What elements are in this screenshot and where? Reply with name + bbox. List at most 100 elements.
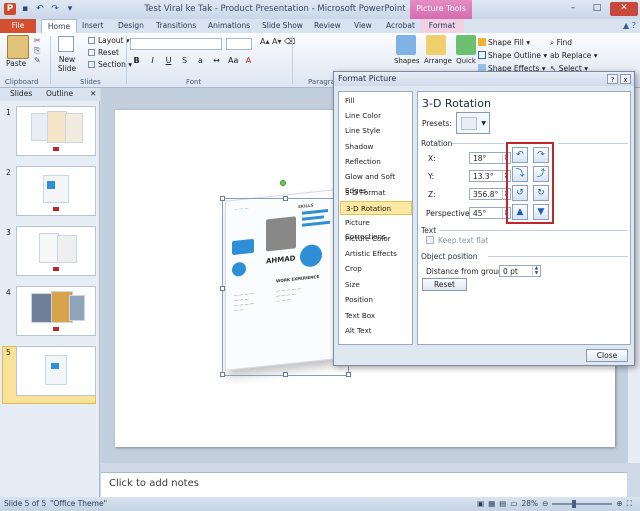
dialog-title[interactable]: Format Picture [334,72,634,86]
x-rotate-right-icon[interactable]: ↷ [533,147,549,163]
y-rotate-down-icon[interactable]: ⤵ [512,166,528,182]
resize-handle-bl[interactable] [220,372,225,377]
zoom-slider[interactable] [552,500,613,508]
help-icon[interactable]: ▲ ? [623,21,636,30]
slide-thumbnail-2[interactable]: 2 [4,166,96,218]
y-rotation-input[interactable]: 13.3° ▲ ▼ [469,170,511,182]
nav-fill[interactable]: Fill [340,94,412,108]
reading-view-icon[interactable]: ▤ [499,497,506,511]
bold-button[interactable]: B [132,56,141,65]
slide-thumbnail-5[interactable]: 5 [4,346,96,398]
quick-styles-button[interactable]: Quick [454,35,478,65]
tab-view[interactable]: View [354,19,372,33]
reset-button[interactable]: Reset [422,278,467,291]
tab-insert[interactable]: Insert [82,19,104,33]
nav-size[interactable]: Size [340,278,412,292]
redo-icon[interactable]: ↷ [49,3,61,15]
fit-slide-icon[interactable]: ⛶ [627,497,632,511]
nav-line-style[interactable]: Line Style [340,124,412,138]
presets-dropdown[interactable]: ▼ [456,112,490,134]
resize-handle-br[interactable] [346,372,351,377]
normal-view-icon[interactable]: ▣ [477,497,484,511]
slide-thumbnail-1[interactable]: 1 [4,106,96,158]
font-color-button[interactable]: A [244,56,253,65]
new-slide-button[interactable]: New Slide [56,55,78,73]
x-rotation-input[interactable]: 18° ▲ ▼ [469,152,511,164]
z-rotate-counterclockwise-icon[interactable]: ↺ [512,185,528,201]
tab-animations[interactable]: Animations [208,19,250,33]
italic-button[interactable]: I [148,56,157,65]
keep-text-flat-checkbox[interactable] [426,236,434,244]
nav-crop[interactable]: Crop [340,262,412,276]
minimize-button[interactable]: – [562,2,584,16]
replace-button[interactable]: ab Replace ▾ [550,49,598,62]
strikethrough-button[interactable]: S [180,56,189,65]
slide-thumbnail-4[interactable]: 4 [4,286,96,338]
nav-3d-format[interactable]: 3-D Format [340,186,412,200]
arrange-button[interactable]: Arrange [424,35,452,65]
notes-pane[interactable]: Click to add notes [101,472,627,497]
change-case-button[interactable]: Aa [228,56,238,65]
font-size-combobox[interactable] [226,38,252,50]
slide-thumbnail-3[interactable]: 3 [4,226,96,278]
underline-button[interactable]: U [164,56,173,65]
nav-line-color[interactable]: Line Color [340,109,412,123]
zoom-in-icon[interactable]: ⊕ [616,497,622,511]
grow-shrink-font-icons[interactable]: A▴ A▾ ⌫ [260,37,295,46]
distance-from-ground-input[interactable]: 0 pt ▲ ▼ [499,265,541,277]
dialog-close-x-button[interactable]: x [620,74,631,84]
tab-slide-show[interactable]: Slide Show [262,19,303,33]
zoom-out-icon[interactable]: ⊖ [542,497,548,511]
qat-customize-icon[interactable]: ▾ [64,3,76,15]
tab-acrobat[interactable]: Acrobat [386,19,415,33]
tab-transitions[interactable]: Transitions [156,19,196,33]
maximize-button[interactable]: □ [586,2,608,16]
shapes-button[interactable]: Shapes [394,35,420,65]
resize-handle-tl[interactable] [220,196,225,201]
paste-button[interactable]: Paste [6,59,26,68]
save-icon[interactable]: ▪ [19,3,31,15]
nav-position[interactable]: Position [340,293,412,307]
new-slide-icon[interactable] [58,36,74,52]
nav-picture-color[interactable]: Picture Color [340,232,412,246]
slideshow-view-icon[interactable]: ▭ [510,497,517,511]
theme-status[interactable]: "Office Theme" [50,497,107,511]
resize-handle-l[interactable] [220,286,225,291]
char-spacing-button[interactable]: ↔ [212,56,221,65]
tab-home[interactable]: Home [41,19,77,33]
resize-handle-b[interactable] [283,372,288,377]
paste-icon[interactable] [7,35,29,59]
font-name-combobox[interactable] [130,38,222,50]
nav-text-box[interactable]: Text Box [340,309,412,323]
nav-artistic-effects[interactable]: Artistic Effects [340,247,412,261]
clipboard-small-icons[interactable]: ✂ ⎘ ✎ [34,36,41,66]
dialog-help-button[interactable]: ? [607,74,618,84]
perspective-decrease-icon[interactable]: ▼ [533,204,549,220]
spinner-arrows-icon[interactable]: ▲ ▼ [532,266,540,276]
tab-slides[interactable]: Slides [10,89,32,98]
resize-handle-t[interactable] [283,196,288,201]
close-window-button[interactable]: ✕ [610,2,638,16]
slide-sorter-icon[interactable]: ▦ [488,497,495,511]
shape-outline-button[interactable]: Shape Outline ▾ [478,49,547,62]
tab-format[interactable]: Format [420,19,464,33]
dialog-close-button[interactable]: Close [586,349,628,362]
zoom-slider-thumb[interactable] [572,500,577,508]
tab-design[interactable]: Design [118,19,144,33]
tab-outline[interactable]: Outline [46,89,73,98]
nav-3d-rotation[interactable]: 3-D Rotation [340,201,412,215]
zoom-level[interactable]: 28% [521,497,538,511]
undo-icon[interactable]: ↶ [34,3,46,15]
shape-fill-button[interactable]: Shape Fill ▾ [478,36,547,49]
tab-file[interactable]: File [0,19,36,33]
nav-glow-soft-edges[interactable]: Glow and Soft Edges [340,170,412,195]
nav-alt-text[interactable]: Alt Text [340,324,412,338]
perspective-input[interactable]: 45° ▲ ▼ [469,207,511,219]
z-rotate-clockwise-icon[interactable]: ↻ [533,185,549,201]
find-button[interactable]: ⌕ Find [550,36,598,49]
strike-abc-button[interactable]: a [196,56,205,65]
nav-picture-corrections[interactable]: Picture Corrections [340,216,412,241]
z-rotation-input[interactable]: 356.8° ▲ ▼ [469,188,511,200]
perspective-increase-icon[interactable]: ▲ [512,204,528,220]
tab-review[interactable]: Review [314,19,341,33]
